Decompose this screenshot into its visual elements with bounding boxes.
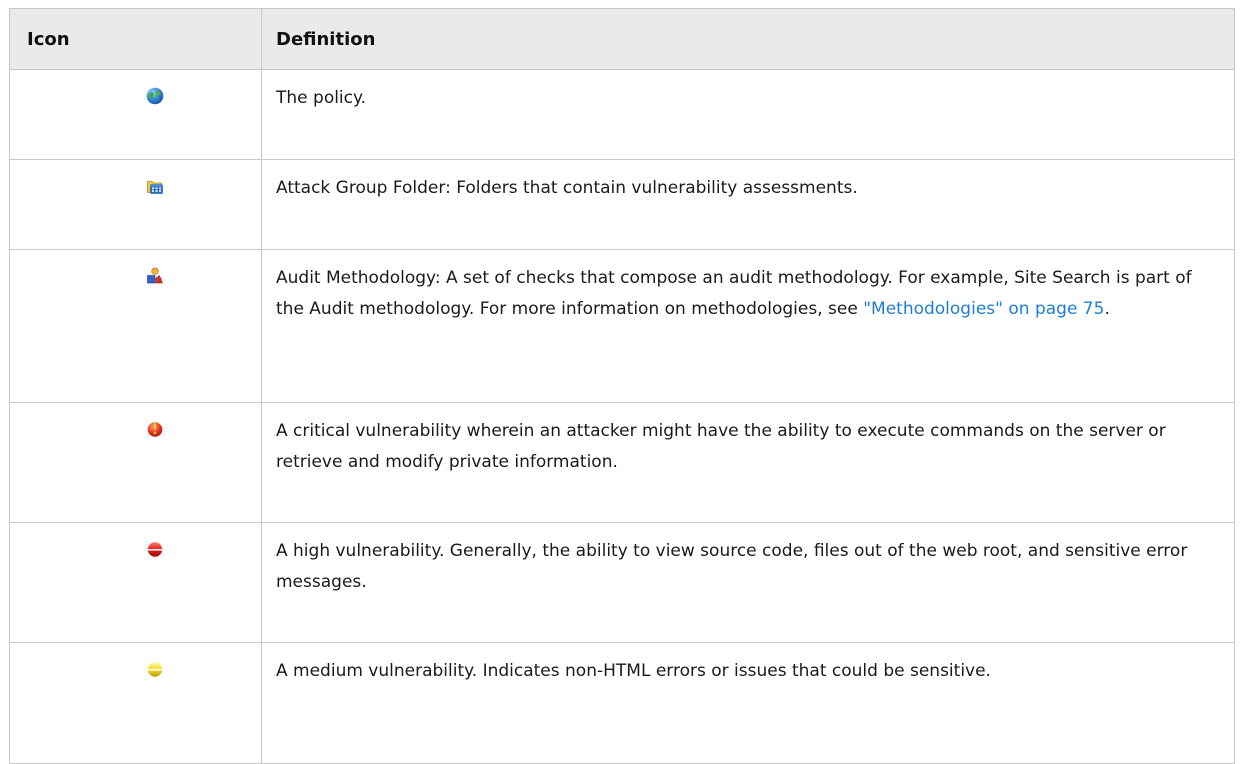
definition-cell: The policy. <box>261 69 1235 160</box>
icon-cell <box>9 69 262 160</box>
table-row: Audit Methodology: A set of checks that … <box>9 249 1235 403</box>
definition-cell: A medium vulnerability. Indicates non-HT… <box>261 642 1235 764</box>
definition-cell: Audit Methodology: A set of checks that … <box>261 249 1235 403</box>
definition-cell: A high vulnerability. Generally, the abi… <box>261 522 1235 643</box>
icon-definition-table-container: Icon Definition The policy. Attack Group… <box>9 8 1235 764</box>
table-row: Attack Group Folder: Folders that contai… <box>9 159 1235 250</box>
table-row: A medium vulnerability. Indicates non-HT… <box>9 642 1235 764</box>
definition-cell: Attack Group Folder: Folders that contai… <box>261 159 1235 250</box>
attack-group-folder-icon <box>147 181 163 194</box>
methodologies-page-link[interactable]: "Methodologies" on page 75 <box>863 299 1104 319</box>
critical-vulnerability-icon <box>147 421 163 437</box>
globe-icon <box>146 87 164 105</box>
icon-cell <box>9 159 262 250</box>
icon-cell <box>9 249 262 403</box>
icon-cell <box>9 402 262 523</box>
table-header-row: Icon Definition <box>9 8 1235 70</box>
column-header-definition: Definition <box>261 8 1235 70</box>
medium-vulnerability-icon <box>147 662 163 677</box>
high-vulnerability-icon <box>147 542 163 557</box>
table-row: A critical vulnerability wherein an atta… <box>9 402 1235 523</box>
icon-definition-table: Icon Definition The policy. Attack Group… <box>9 8 1235 764</box>
table-row: A high vulnerability. Generally, the abi… <box>9 522 1235 643</box>
audit-methodology-icon <box>147 267 163 284</box>
column-header-icon: Icon <box>9 8 262 70</box>
definition-text-end: . <box>1104 299 1110 319</box>
icon-cell <box>9 522 262 643</box>
definition-cell: A critical vulnerability wherein an atta… <box>261 402 1235 523</box>
table-row: The policy. <box>9 69 1235 160</box>
icon-cell <box>9 642 262 764</box>
